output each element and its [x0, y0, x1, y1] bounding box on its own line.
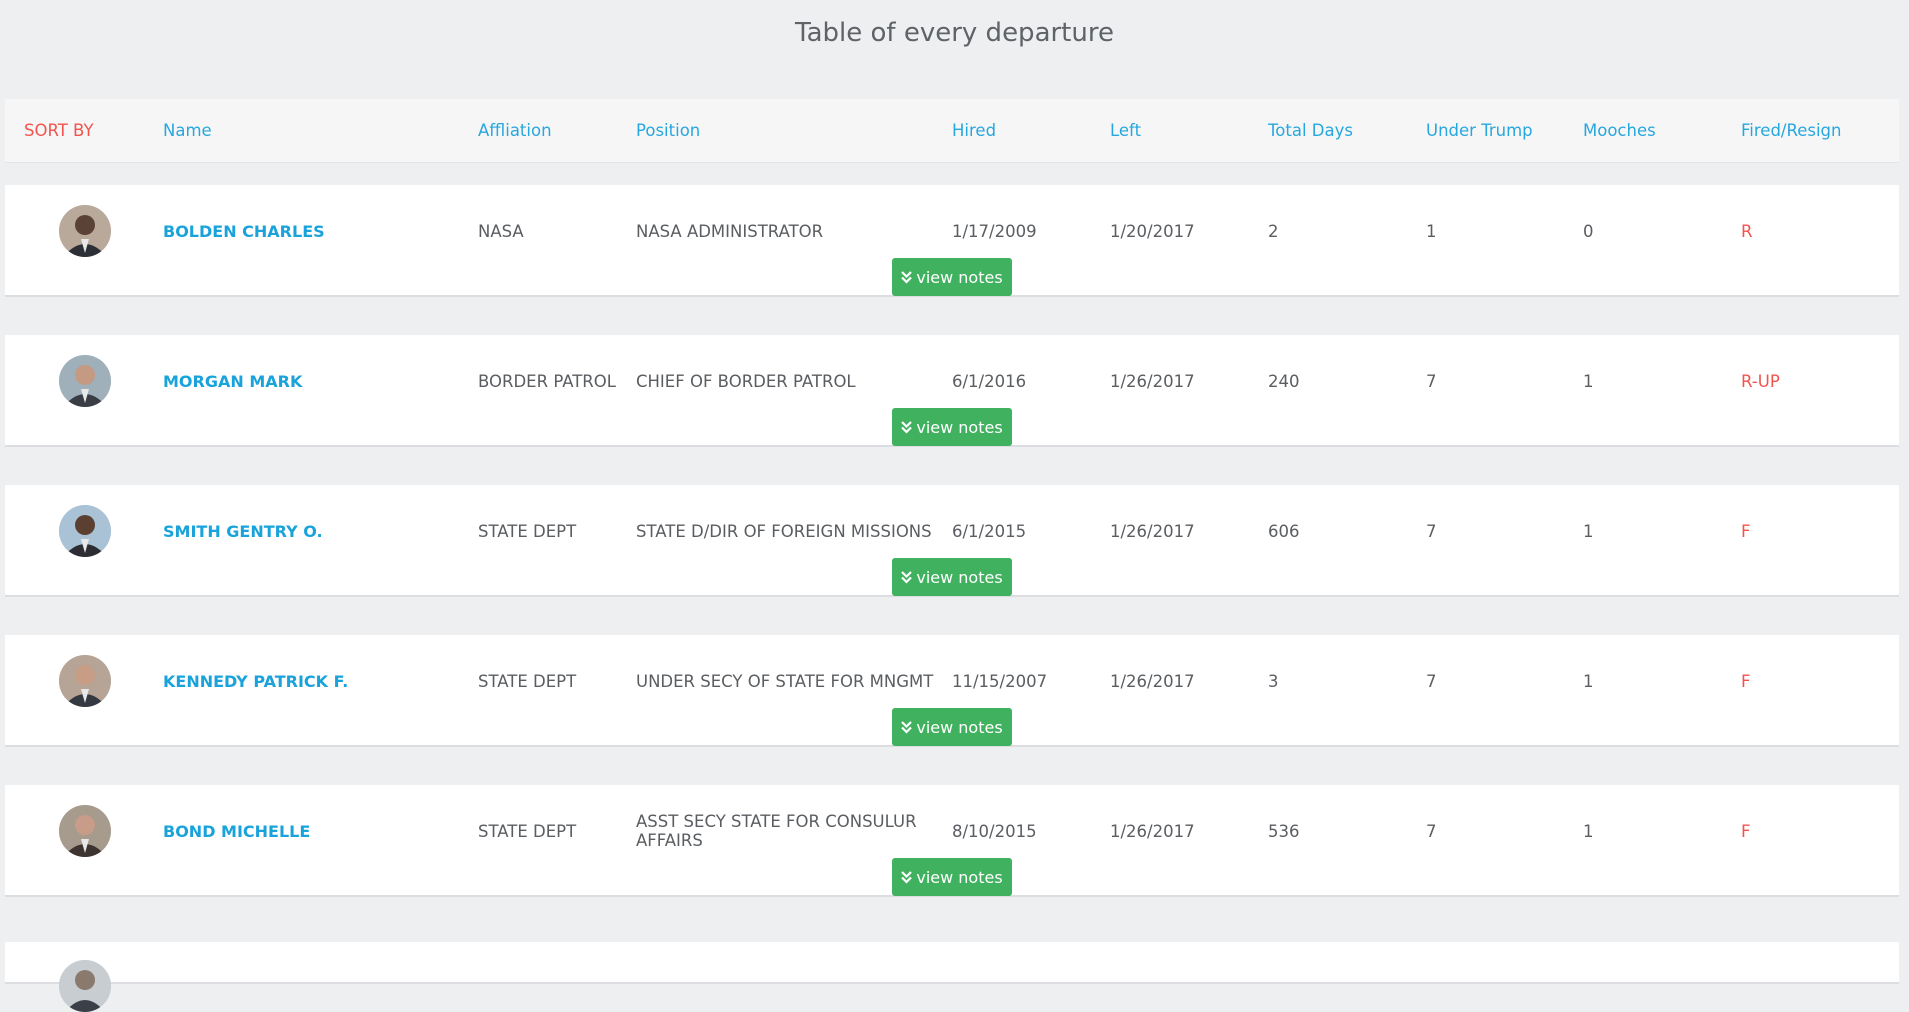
sort-mooches-link[interactable]: Mooches	[1583, 121, 1656, 140]
total-days-cell: 2	[1268, 222, 1279, 241]
position-cell: NASA ADMINISTRATOR	[636, 222, 824, 241]
avatar	[59, 505, 111, 557]
mooches-cell: 1	[1583, 822, 1594, 841]
double-chevron-down-icon	[901, 270, 913, 284]
person-name-link[interactable]: BOND MICHELLE	[163, 822, 310, 841]
double-chevron-down-icon	[901, 870, 913, 884]
avatar	[59, 960, 111, 1012]
hired-cell: 6/1/2016	[952, 372, 1027, 391]
left-cell: 1/20/2017	[1110, 222, 1195, 241]
total-days-cell: 536	[1268, 822, 1300, 841]
table-header: SORT BY Name Affliation Position Hired L…	[5, 99, 1899, 163]
position-cell: CHIEF OF BORDER PATROL	[636, 372, 856, 391]
view-notes-label: view notes	[916, 567, 1003, 587]
position-cell: STATE D/DIR OF FOREIGN MISSIONS	[636, 522, 932, 541]
view-notes-button[interactable]: view notes	[892, 408, 1012, 446]
view-notes-button[interactable]: view notes	[892, 258, 1012, 296]
sort-under-trump-link[interactable]: Under Trump	[1426, 121, 1533, 140]
affiliation-cell: BORDER PATROL	[478, 372, 616, 391]
double-chevron-down-icon	[901, 570, 913, 584]
avatar	[59, 205, 111, 257]
person-name-link[interactable]: SMITH GENTRY O.	[163, 522, 323, 541]
left-cell: 1/26/2017	[1110, 522, 1195, 541]
affiliation-cell: STATE DEPT	[478, 822, 577, 841]
sort-left-link[interactable]: Left	[1110, 121, 1141, 140]
position-cell: UNDER SECY OF STATE FOR MNGMT	[636, 672, 934, 691]
left-cell: 1/26/2017	[1110, 672, 1195, 691]
sort-by-label: SORT BY	[24, 121, 94, 140]
sort-hired-link[interactable]: Hired	[952, 121, 996, 140]
sort-total-days-link[interactable]: Total Days	[1268, 121, 1353, 140]
fired-resign-cell: R-UP	[1741, 372, 1780, 391]
person-name-link[interactable]: MORGAN MARK	[163, 372, 302, 391]
under-trump-cell: 7	[1426, 372, 1437, 391]
view-notes-label: view notes	[916, 867, 1003, 887]
total-days-cell: 606	[1268, 522, 1300, 541]
person-name-link[interactable]: KENNEDY PATRICK F.	[163, 672, 348, 691]
hired-cell: 8/10/2015	[952, 822, 1037, 841]
table-row: KENNEDY PATRICK F. STATE DEPT UNDER SECY…	[5, 635, 1899, 746]
affiliation-cell: STATE DEPT	[478, 522, 577, 541]
view-notes-button[interactable]: view notes	[892, 558, 1012, 596]
affiliation-cell: STATE DEPT	[478, 672, 577, 691]
fired-resign-cell: F	[1741, 522, 1751, 541]
view-notes-label: view notes	[916, 717, 1003, 737]
mooches-cell: 1	[1583, 672, 1594, 691]
table-row: BOLDEN CHARLES NASA NASA ADMINISTRATOR 1…	[5, 185, 1899, 296]
under-trump-cell: 7	[1426, 522, 1437, 541]
view-notes-button[interactable]: view notes	[892, 858, 1012, 896]
view-notes-button[interactable]: view notes	[892, 708, 1012, 746]
table-row: MORGAN MARK BORDER PATROL CHIEF OF BORDE…	[5, 335, 1899, 446]
under-trump-cell: 7	[1426, 672, 1437, 691]
table-row: SMITH GENTRY O. STATE DEPT STATE D/DIR O…	[5, 485, 1899, 596]
left-cell: 1/26/2017	[1110, 822, 1195, 841]
fired-resign-cell: F	[1741, 822, 1751, 841]
position-cell: ASST SECY STATE FOR CONSULUR AFFAIRS	[636, 812, 917, 850]
person-name-link[interactable]: BOLDEN CHARLES	[163, 222, 325, 241]
page-title: Table of every departure	[795, 18, 1114, 48]
table-row: BOND MICHELLE STATE DEPT ASST SECY STATE…	[5, 785, 1899, 896]
affiliation-cell: NASA	[478, 222, 524, 241]
left-cell: 1/26/2017	[1110, 372, 1195, 391]
mooches-cell: 0	[1583, 222, 1594, 241]
mooches-cell: 1	[1583, 522, 1594, 541]
view-notes-label: view notes	[916, 267, 1003, 287]
sort-fired-resign-link[interactable]: Fired/Resign	[1741, 121, 1841, 140]
total-days-cell: 3	[1268, 672, 1279, 691]
fired-resign-cell: R	[1741, 222, 1753, 241]
avatar	[59, 805, 111, 857]
sort-name-link[interactable]: Name	[163, 121, 212, 140]
hired-cell: 1/17/2009	[952, 222, 1037, 241]
view-notes-label: view notes	[916, 417, 1003, 437]
sort-position-link[interactable]: Position	[636, 121, 700, 140]
sort-affiliation-link[interactable]: Affliation	[478, 121, 552, 140]
total-days-cell: 240	[1268, 372, 1300, 391]
mooches-cell: 1	[1583, 372, 1594, 391]
hired-cell: 11/15/2007	[952, 672, 1048, 691]
under-trump-cell: 1	[1426, 222, 1437, 241]
hired-cell: 6/1/2015	[952, 522, 1027, 541]
double-chevron-down-icon	[901, 720, 913, 734]
under-trump-cell: 7	[1426, 822, 1437, 841]
table-row-partial	[5, 942, 1899, 1012]
avatar	[59, 355, 111, 407]
double-chevron-down-icon	[901, 420, 913, 434]
fired-resign-cell: F	[1741, 672, 1751, 691]
avatar	[59, 655, 111, 707]
